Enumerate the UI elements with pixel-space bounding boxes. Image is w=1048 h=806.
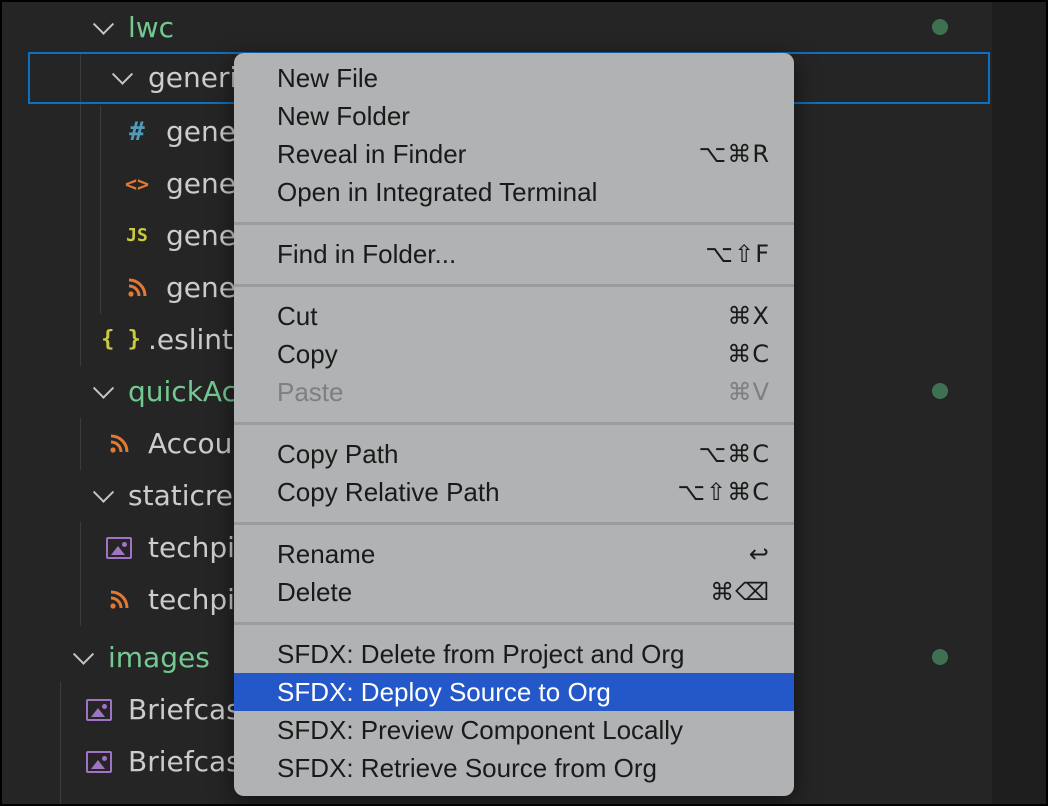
menu-item-label: Copy [277,339,338,369]
menu-item-label: Reveal in Finder [277,139,467,169]
image-icon [84,736,114,788]
folder-label: generi [148,61,238,94]
menu-item-label: New Folder [277,101,410,131]
menu-item-label: Paste [277,377,344,407]
tree-folder-lwc[interactable]: lwc [2,2,992,54]
file-label: Briefcas [128,693,241,726]
menu-item-copy[interactable]: Copy ⌘C [234,335,794,373]
menu-item-rename[interactable]: Rename ↩ [234,535,794,573]
menu-separator [234,422,794,425]
menu-item-find-in-folder[interactable]: Find in Folder... ⌥⇧F [234,235,794,273]
context-menu: New File New Folder Reveal in Finder ⌥⌘R… [234,53,794,796]
menu-item-label: Find in Folder... [277,239,457,269]
rss-icon [104,574,134,626]
menu-item-open-terminal[interactable]: Open in Integrated Terminal [234,173,794,211]
menu-item-copy-path[interactable]: Copy Path ⌥⌘C [234,435,794,473]
menu-item-label: Copy Path [277,439,399,469]
menu-item-label: SFDX: Preview Component Locally [277,715,684,745]
menu-item-label: Open in Integrated Terminal [277,177,598,207]
html-code-icon: <> [124,172,150,196]
menu-item-copy-relative-path[interactable]: Copy Relative Path ⌥⇧⌘C [234,473,794,511]
file-label: techpi [148,531,235,564]
menu-item-label: SFDX: Delete from Project and Org [277,639,685,669]
menu-shortcut: ⌘⌫ [710,578,770,606]
modified-dot-icon [932,383,948,399]
css-hash-icon: # [129,117,145,147]
chevron-down-icon [92,377,115,399]
menu-item-label: Delete [277,577,353,607]
folder-label: quickAc [128,375,237,408]
modified-dot-icon [932,649,948,665]
file-label: gene [166,219,236,252]
menu-shortcut: ⌥⇧F [705,240,770,268]
file-label: gene [166,115,236,148]
file-label: .eslintı [148,323,241,356]
file-label: gene [166,271,236,304]
javascript-icon: JS [126,225,148,246]
menu-shortcut: ⌘V [727,378,770,406]
menu-item-label: SFDX: Deploy Source to Org [277,677,611,707]
menu-item-label: Cut [277,301,318,331]
folder-label: lwc [128,11,175,44]
menu-item-sfdx-deploy[interactable]: SFDX: Deploy Source to Org [234,673,794,711]
menu-separator [234,222,794,225]
folder-label: images [108,641,210,674]
menu-item-label: Copy Relative Path [277,477,500,507]
chevron-down-icon [92,481,115,503]
menu-item-new-folder[interactable]: New Folder [234,97,794,135]
chevron-down-icon [111,63,134,85]
menu-item-sfdx-retrieve[interactable]: SFDX: Retrieve Source from Org [234,749,794,787]
menu-item-sfdx-preview[interactable]: SFDX: Preview Component Locally [234,711,794,749]
image-icon [84,684,114,736]
menu-item-cut[interactable]: Cut ⌘X [234,297,794,335]
menu-separator [234,622,794,625]
file-label: techpi [148,583,235,616]
chevron-down-icon [72,643,95,665]
menu-shortcut: ↩ [748,540,770,568]
image-icon [104,522,134,574]
menu-item-reveal-in-finder[interactable]: Reveal in Finder ⌥⌘R [234,135,794,173]
menu-shortcut: ⌘C [727,340,770,368]
file-label: Accou [148,427,233,460]
json-braces-icon: { } [101,327,141,352]
folder-label: staticre [128,479,233,512]
scrollbar-gutter[interactable] [992,2,1046,804]
file-label: Briefcas [128,745,241,778]
menu-item-sfdx-delete[interactable]: SFDX: Delete from Project and Org [234,635,794,673]
menu-item-new-file[interactable]: New File [234,59,794,97]
menu-item-paste: Paste ⌘V [234,373,794,411]
menu-item-delete[interactable]: Delete ⌘⌫ [234,573,794,611]
menu-item-label: Rename [277,539,376,569]
rss-icon [122,262,152,314]
menu-separator [234,522,794,525]
chevron-down-icon [92,13,115,35]
menu-shortcut: ⌘X [727,302,770,330]
modified-dot-icon [932,19,948,35]
rss-icon [104,418,134,470]
file-label: gene [166,167,236,200]
menu-item-label: SFDX: Retrieve Source from Org [277,753,657,783]
menu-item-label: New File [277,63,379,93]
menu-shortcut: ⌥⌘C [698,440,770,468]
menu-shortcut: ⌥⌘R [698,140,770,168]
menu-shortcut: ⌥⇧⌘C [677,478,770,506]
menu-separator [234,284,794,287]
